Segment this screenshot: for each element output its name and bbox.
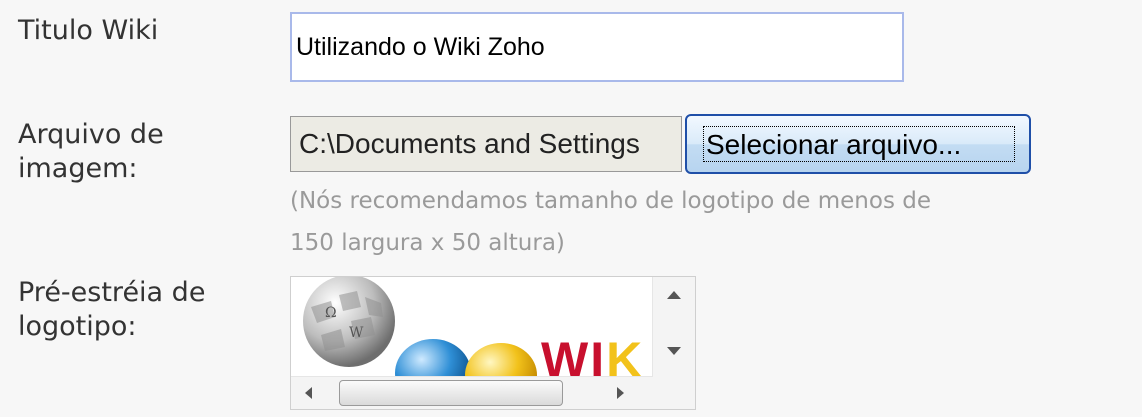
wiki-title-label: Titulo Wiki bbox=[18, 15, 159, 46]
scroll-up-arrow-icon[interactable] bbox=[667, 291, 681, 299]
scroll-right-arrow-icon[interactable] bbox=[617, 387, 624, 399]
select-file-button-label: Selecionar arquivo... bbox=[703, 126, 1015, 162]
wiki-logo-text: WIK bbox=[541, 332, 644, 377]
yellow-sphere-icon bbox=[465, 343, 537, 377]
scrollbar-corner bbox=[653, 377, 695, 409]
wikipedia-globe-icon: Ω W bbox=[303, 277, 395, 367]
wiki-title-input[interactable] bbox=[290, 12, 904, 82]
image-file-label-line1: Arquivo de bbox=[18, 119, 164, 150]
image-file-label-line2: imagem: bbox=[18, 153, 138, 184]
logo-size-hint-line1: (Nós recomendamos tamanho de logotipo de… bbox=[290, 188, 932, 214]
logo-preview-label-line2: logotipo: bbox=[18, 311, 137, 342]
svg-text:Ω: Ω bbox=[325, 305, 337, 321]
image-file-label: Arquivo de imagem: bbox=[18, 118, 164, 186]
scroll-down-arrow-icon[interactable] bbox=[667, 347, 681, 355]
image-file-path-field[interactable]: C:\Documents and Settings bbox=[290, 116, 682, 172]
logo-preview-label-line1: Pré-estréia de bbox=[18, 277, 206, 308]
logo-preview-label: Pré-estréia de logotipo: bbox=[18, 276, 205, 344]
logo-size-hint-line2: 150 largura x 50 altura) bbox=[290, 230, 565, 256]
blue-sphere-icon bbox=[395, 339, 471, 377]
wiki-logo-image: Ω W WIK bbox=[303, 277, 644, 377]
select-file-button[interactable]: Selecionar arquivo... bbox=[685, 114, 1031, 174]
preview-vertical-scrollbar[interactable] bbox=[652, 277, 695, 377]
logo-size-hint: (Nós recomendamos tamanho de logotipo de… bbox=[290, 180, 1142, 264]
logo-preview-box[interactable]: Ω W WIK bbox=[290, 276, 696, 410]
logo-preview-image: Ω W WIK bbox=[291, 277, 651, 377]
svg-text:W: W bbox=[349, 325, 364, 341]
preview-horizontal-scrollbar[interactable] bbox=[291, 376, 653, 409]
scroll-left-arrow-icon[interactable] bbox=[305, 387, 312, 399]
horizontal-scroll-thumb[interactable] bbox=[339, 380, 563, 406]
